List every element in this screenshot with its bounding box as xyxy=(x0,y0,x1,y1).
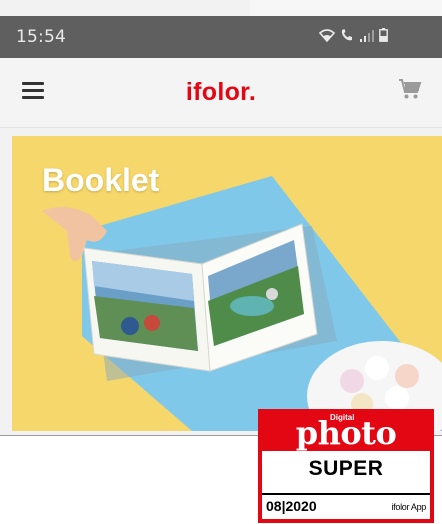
status-time: 15:54 xyxy=(16,27,66,47)
badge-date: 08|2020 xyxy=(266,498,317,514)
shopping-cart-icon[interactable] xyxy=(398,77,422,106)
banner-title: Booklet xyxy=(42,162,160,198)
app-bar: ifolor. xyxy=(0,58,442,128)
award-badge-header: Digital photo xyxy=(262,413,430,451)
phone-screen: 15:54 ifolor. Booklet xyxy=(0,0,442,436)
top-strip xyxy=(250,0,442,16)
badge-divider xyxy=(262,493,430,495)
battery-icon xyxy=(379,28,388,42)
badge-source: ifolor App xyxy=(391,502,426,512)
booklet-banner[interactable]: Booklet xyxy=(12,136,442,431)
wifi-icon xyxy=(319,29,335,42)
signal-icon xyxy=(360,30,374,42)
badge-logo: photo xyxy=(295,414,397,452)
brand-logo[interactable]: ifolor. xyxy=(0,78,442,107)
award-badge-inner: Digital photo SUPER 08|2020 ifolor App xyxy=(262,413,430,519)
call-icon xyxy=(340,28,355,42)
badge-rating: SUPER xyxy=(308,457,384,480)
award-badge: Digital photo SUPER 08|2020 ifolor App xyxy=(258,409,434,523)
status-bar: 15:54 xyxy=(0,16,442,58)
status-icons xyxy=(319,28,388,42)
